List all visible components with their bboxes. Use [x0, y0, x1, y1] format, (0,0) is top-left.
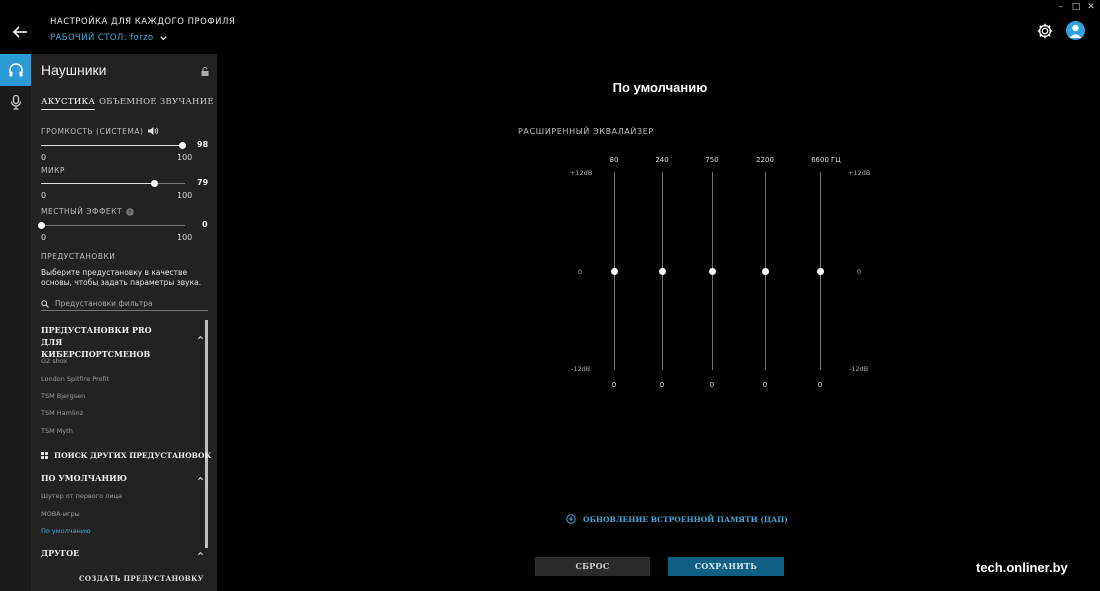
svg-text:?: ? [128, 209, 132, 216]
find-more-presets[interactable]: ПОИСК ДРУГИХ ПРЕДУСТАНОВОК [41, 451, 211, 460]
volume-max: 100 [177, 153, 193, 162]
speaker-icon [148, 127, 159, 135]
section-other[interactable]: ДРУГОЕ [41, 547, 171, 559]
settings-panel: Наушники АКУСТИКА ОБЪЕМНОЕ ЗВУЧАНИЕ ГРОМ… [31, 54, 217, 591]
volume-slider-knob[interactable] [178, 142, 186, 149]
section-pro-presets[interactable]: ПРЕДУСТАНОВКИ PRO ДЛЯ КИБЕРСПОРТСМЕНОВ [41, 324, 171, 360]
user-icon [1069, 24, 1082, 38]
mic-slider[interactable] [41, 180, 185, 187]
gear-icon[interactable] [1036, 22, 1054, 40]
preset-item[interactable]: TSM Myth [41, 427, 73, 435]
firmware-update-label: ОБНОВЛЕНИЕ ВСТРОЕННОЙ ПАМЯТИ (ЦАП) [583, 514, 788, 524]
panel-title: Наушники [41, 62, 107, 78]
eq-band-knob[interactable] [762, 267, 769, 275]
preset-filter-input[interactable] [55, 299, 205, 308]
preset-item[interactable]: Шутер от первого лица [41, 492, 122, 500]
profile-name: РАБОЧИЙ СТОЛ: forzo [50, 33, 154, 43]
eq-band-gain: 0 [762, 381, 768, 389]
mic-max: 100 [177, 191, 193, 200]
eq-band-gain: 0 [709, 381, 715, 389]
preset-title: По умолчанию [612, 80, 708, 95]
back-arrow-icon[interactable] [10, 22, 30, 42]
db-mid-left: 0 [578, 268, 583, 276]
db-top-left: +12dB [570, 169, 593, 177]
eq-band-knob[interactable] [659, 267, 666, 275]
volume-value: 98 [197, 140, 209, 149]
presets-description: Выберите предустановку в качестве основы… [41, 268, 202, 287]
plus-circle-icon [566, 514, 576, 524]
sidetone-slider-knob[interactable] [37, 222, 45, 229]
sidetone-label: МЕСТНЫЙ ЭФФЕКТ ? [41, 207, 134, 216]
lock-icon[interactable] [201, 67, 209, 76]
volume-label-text: ГРОМКОСТЬ (СИСТЕМА) [41, 126, 144, 136]
preset-item[interactable]: London Spitfire Profit [41, 375, 109, 383]
sidetone-slider[interactable] [37, 222, 185, 229]
eq-band-freq: 750 [705, 156, 719, 164]
header-title: НАСТРОЙКА ДЛЯ КАЖДОГО ПРОФИЛЯ [50, 17, 236, 27]
mic-label: МИКР [41, 166, 65, 175]
tab-acoustics[interactable]: АКУСТИКА [41, 97, 96, 110]
volume-min: 0 [41, 153, 47, 162]
chevron-up-icon[interactable] [197, 475, 204, 482]
mic-min: 0 [41, 191, 47, 200]
eq-band-freq: 80 [609, 156, 619, 164]
eq-band-gain: 0 [817, 381, 823, 389]
preset-filter[interactable] [41, 297, 208, 311]
search-icon [41, 299, 49, 308]
chevron-up-icon[interactable] [197, 550, 204, 557]
mic-value: 79 [197, 178, 209, 187]
firmware-update-link[interactable]: ОБНОВЛЕНИЕ ВСТРОЕННОЙ ПАМЯТИ (ЦАП) [566, 514, 788, 524]
preset-item[interactable]: MOBA-игры [41, 510, 80, 518]
eq-band-freq: 240 [655, 156, 669, 164]
maximize-button[interactable]: □ [1069, 2, 1083, 12]
preset-item-selected[interactable]: По умолчанию [41, 527, 91, 535]
mic-slider-knob[interactable] [151, 180, 159, 187]
chevron-up-icon[interactable] [197, 334, 204, 341]
user-avatar[interactable] [1066, 21, 1085, 40]
eq-band-freq: 2200 [756, 156, 774, 164]
watermark: tech.onliner.by [976, 560, 1068, 575]
find-more-label: ПОИСК ДРУГИХ ПРЕДУСТАНОВОК [54, 451, 212, 460]
sidetone-min: 0 [41, 233, 47, 242]
headphones-icon [8, 63, 23, 77]
db-bottom-right: -12dB [849, 365, 869, 373]
save-button[interactable]: СОХРАНИТЬ [668, 557, 784, 576]
db-bottom-left: -12dB [571, 365, 591, 373]
db-mid-right: 0 [857, 268, 862, 276]
minimize-button[interactable]: – [1054, 2, 1068, 12]
volume-slider[interactable] [41, 142, 186, 149]
eq-band-knob[interactable] [709, 267, 716, 275]
chevron-down-icon [160, 35, 168, 40]
sidetone-max: 100 [177, 233, 193, 242]
eq-label: РАСШИРЕННЫЙ ЭКВАЛАЙЗЕР [518, 127, 654, 136]
sidetone-label-text: МЕСТНЫЙ ЭФФЕКТ [41, 207, 123, 216]
volume-label: ГРОМКОСТЬ (СИСТЕМА) [41, 126, 159, 136]
help-icon[interactable]: ? [126, 207, 134, 216]
microphone-icon [10, 94, 21, 110]
close-button[interactable]: ✕ [1084, 2, 1098, 12]
volume-slider-fill [41, 145, 183, 146]
eq-band-knob[interactable] [611, 267, 618, 275]
rail-headphones[interactable] [0, 54, 31, 86]
db-top-right: +12dB [848, 169, 871, 177]
reset-button[interactable]: СБРОС [535, 557, 650, 576]
grid-icon [41, 452, 48, 459]
preset-item[interactable]: TSM Bjergsen [41, 392, 85, 400]
presets-label: ПРЕДУСТАНОВКИ [41, 252, 116, 261]
sidetone-value: 0 [202, 220, 208, 229]
tab-surround[interactable]: ОБЪЕМНОЕ ЗВУЧАНИЕ [99, 97, 214, 107]
eq-band-gain: 0 [659, 381, 665, 389]
preset-item[interactable]: G2 shox [41, 357, 67, 365]
hz-unit: ГЦ [831, 156, 841, 164]
section-default[interactable]: ПО УМОЛЧАНИЮ [41, 472, 171, 484]
mic-slider-fill [41, 183, 155, 184]
rail-microphone[interactable] [0, 86, 31, 118]
create-preset-button[interactable]: СОЗДАТЬ ПРЕДУСТАНОВКУ [79, 574, 204, 583]
preset-list-scrollbar[interactable] [205, 320, 208, 548]
eq-band-gain: 0 [611, 381, 617, 389]
profile-selector[interactable]: РАБОЧИЙ СТОЛ: forzo [50, 33, 168, 43]
device-rail [0, 54, 31, 591]
preset-item[interactable]: TSM Hamlinz [41, 409, 83, 417]
eq-band-knob[interactable] [817, 267, 824, 275]
